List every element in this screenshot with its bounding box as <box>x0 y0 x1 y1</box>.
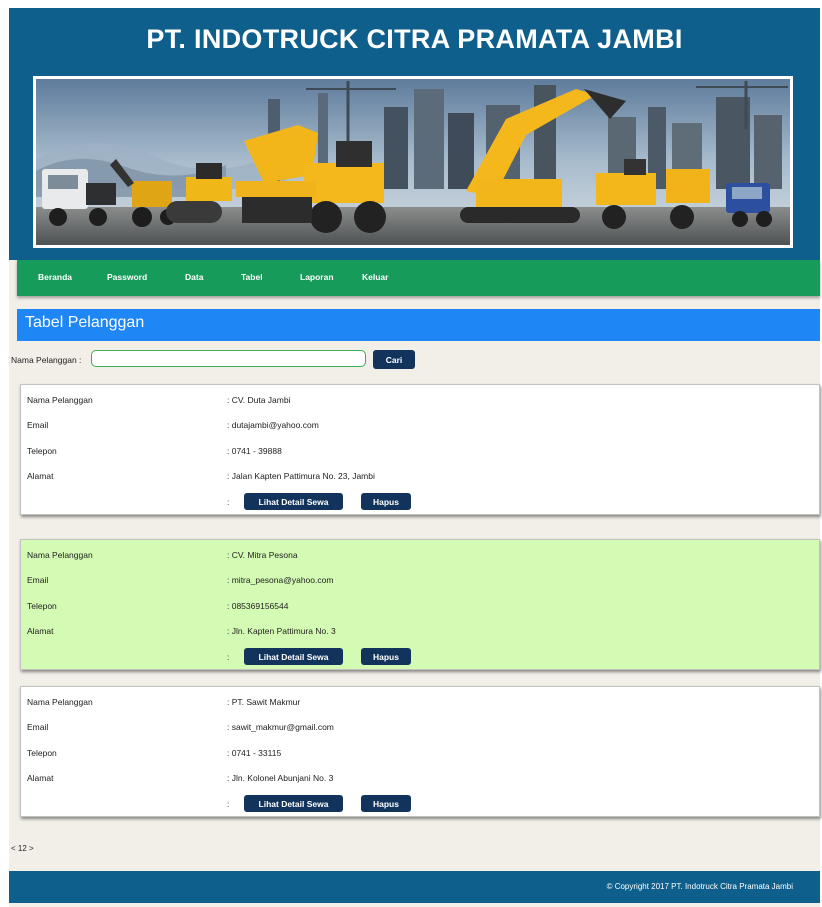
search-label: Nama Pelanggan : <box>11 355 82 365</box>
nav-item-beranda[interactable]: Beranda <box>38 260 72 294</box>
pagination-next[interactable]: > <box>29 844 34 853</box>
customer-address-label: Alamat <box>27 471 54 481</box>
customer-email-label: Email <box>27 722 49 732</box>
customer-email-label: Email <box>27 575 49 585</box>
page-frame: PT. INDOTRUCK CITRA PRAMATA JAMBI Berand… <box>9 8 820 907</box>
search-button[interactable]: Cari <box>373 350 415 369</box>
customer-email-label: Email <box>27 420 49 430</box>
customer-card: Nama Pelanggan : CV. Duta Jambi Email : … <box>20 384 820 515</box>
delete-button[interactable]: Hapus <box>361 795 411 812</box>
customer-address-label: Alamat <box>27 773 54 783</box>
copyright-text: © Copyright 2017 PT. Indotruck Citra Pra… <box>606 882 793 891</box>
construction-equipment-illustration <box>36 79 790 245</box>
search-input[interactable] <box>91 350 366 367</box>
view-rental-detail-button[interactable]: Lihat Detail Sewa <box>244 493 343 510</box>
customer-address-label: Alamat <box>27 626 54 636</box>
pagination: < 12 > <box>11 844 34 853</box>
section-header: Tabel Pelanggan <box>17 309 820 341</box>
pagination-page-2[interactable]: 2 <box>22 844 26 853</box>
view-rental-detail-button[interactable]: Lihat Detail Sewa <box>244 795 343 812</box>
nav-item-data[interactable]: Data <box>185 260 203 294</box>
customer-card: Nama Pelanggan : PT. Sawit Makmur Email … <box>20 686 820 817</box>
customer-name-value: : PT. Sawit Makmur <box>227 697 301 707</box>
banner-image <box>33 76 793 248</box>
button-row-colon: : <box>227 799 230 809</box>
nav-item-password[interactable]: Password <box>107 260 147 294</box>
customer-card: Nama Pelanggan : CV. Mitra Pesona Email … <box>20 539 820 670</box>
site-title: PT. INDOTRUCK CITRA PRAMATA JAMBI <box>146 24 683 54</box>
customer-email-value: : sawit_makmur@gmail.com <box>227 722 334 732</box>
customer-phone-label: Telepon <box>27 446 57 456</box>
customer-address-value: : Jln. Kapten Pattimura No. 3 <box>227 626 336 636</box>
view-rental-detail-button[interactable]: Lihat Detail Sewa <box>244 648 343 665</box>
nav-item-keluar[interactable]: Keluar <box>362 260 388 294</box>
customer-phone-value: : 085369156544 <box>227 601 289 611</box>
page-title: Tabel Pelanggan <box>25 314 145 331</box>
nav-item-tabel[interactable]: Tabel <box>241 260 263 294</box>
pagination-prev[interactable]: < <box>11 844 16 853</box>
customer-phone-label: Telepon <box>27 601 57 611</box>
main-navigation: Beranda Password Data Tabel Laporan Kelu… <box>17 260 820 296</box>
delete-button[interactable]: Hapus <box>361 648 411 665</box>
customer-phone-label: Telepon <box>27 748 57 758</box>
customer-name-label: Nama Pelanggan <box>27 550 93 560</box>
site-header: PT. INDOTRUCK CITRA PRAMATA JAMBI <box>9 8 820 260</box>
delete-button[interactable]: Hapus <box>361 493 411 510</box>
customer-name-label: Nama Pelanggan <box>27 697 93 707</box>
button-row-colon: : <box>227 652 230 662</box>
customer-phone-value: : 0741 - 33115 <box>227 748 282 758</box>
nav-item-laporan[interactable]: Laporan <box>300 260 334 294</box>
customer-phone-value: : 0741 - 39888 <box>227 446 282 456</box>
customer-address-value: : Jln. Kolonel Abunjani No. 3 <box>227 773 334 783</box>
customer-email-value: : dutajambi@yahoo.com <box>227 420 319 430</box>
site-footer: © Copyright 2017 PT. Indotruck Citra Pra… <box>9 871 820 903</box>
customer-name-value: : CV. Mitra Pesona <box>227 550 298 560</box>
customer-name-label: Nama Pelanggan <box>27 395 93 405</box>
customer-name-value: : CV. Duta Jambi <box>227 395 291 405</box>
button-row-colon: : <box>227 497 230 507</box>
customer-address-value: : Jalan Kapten Pattimura No. 23, Jambi <box>227 471 375 481</box>
customer-email-value: : mitra_pesona@yahoo.com <box>227 575 334 585</box>
